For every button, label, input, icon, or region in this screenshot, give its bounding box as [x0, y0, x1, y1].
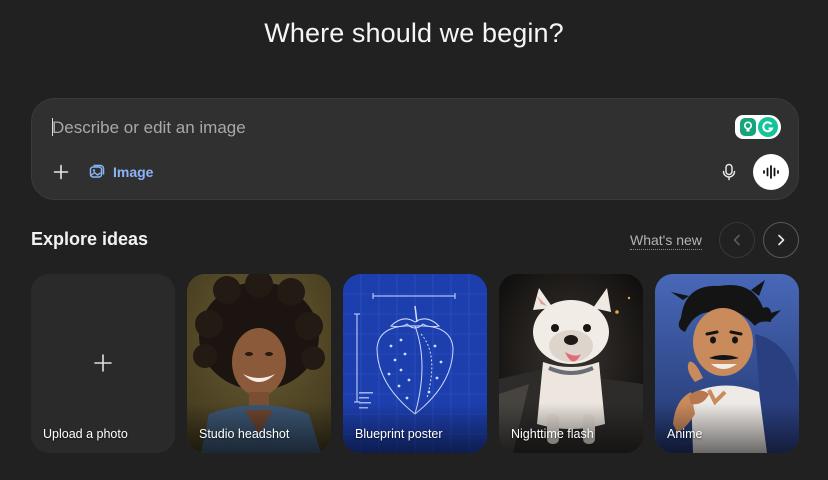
idea-card-nighttime-flash[interactable]: Nighttime flash: [499, 274, 643, 453]
idea-card-studio-headshot[interactable]: Studio headshot: [187, 274, 331, 453]
microphone-icon: [722, 163, 736, 181]
idea-card-upload-photo[interactable]: Upload a photo: [31, 274, 175, 453]
idea-card-label: Upload a photo: [43, 427, 128, 441]
idea-card-label: Blueprint poster: [355, 427, 443, 441]
image-generation-home: Where should we begin? Image: [0, 0, 828, 480]
add-attachment-button[interactable]: [48, 159, 74, 185]
plus-icon: [94, 354, 112, 372]
prompt-input[interactable]: [52, 117, 692, 139]
grammarly-logo-icon: [758, 117, 778, 137]
prompt-composer: Image: [31, 98, 799, 200]
image-mode-chip[interactable]: Image: [84, 159, 157, 185]
voice-mode-button[interactable]: [753, 154, 789, 190]
explore-ideas-heading: Explore ideas: [31, 229, 149, 249]
carousel-prev-button[interactable]: [719, 222, 755, 258]
whats-new-link[interactable]: What's new: [630, 232, 702, 250]
page-title: Where should we begin?: [264, 18, 564, 48]
voice-waveform-icon: [763, 165, 779, 179]
grammarly-icon[interactable]: [735, 115, 781, 139]
image-chip-label: Image: [113, 164, 154, 180]
dictate-button[interactable]: [716, 159, 742, 185]
idea-card-label: Nighttime flash: [511, 427, 594, 441]
lightbulb-icon: [740, 118, 756, 136]
image-icon: [89, 164, 105, 178]
carousel-next-button[interactable]: [763, 222, 799, 258]
chevron-left-icon: [733, 234, 740, 246]
idea-card-anime[interactable]: Anime: [655, 274, 799, 453]
text-caret: [52, 118, 53, 136]
idea-card-label: Studio headshot: [199, 427, 290, 441]
idea-card-blueprint-poster[interactable]: Blueprint poster: [343, 274, 487, 453]
idea-card-label: Anime: [667, 427, 703, 441]
chevron-right-icon: [778, 234, 785, 246]
plus-icon: [53, 164, 69, 180]
